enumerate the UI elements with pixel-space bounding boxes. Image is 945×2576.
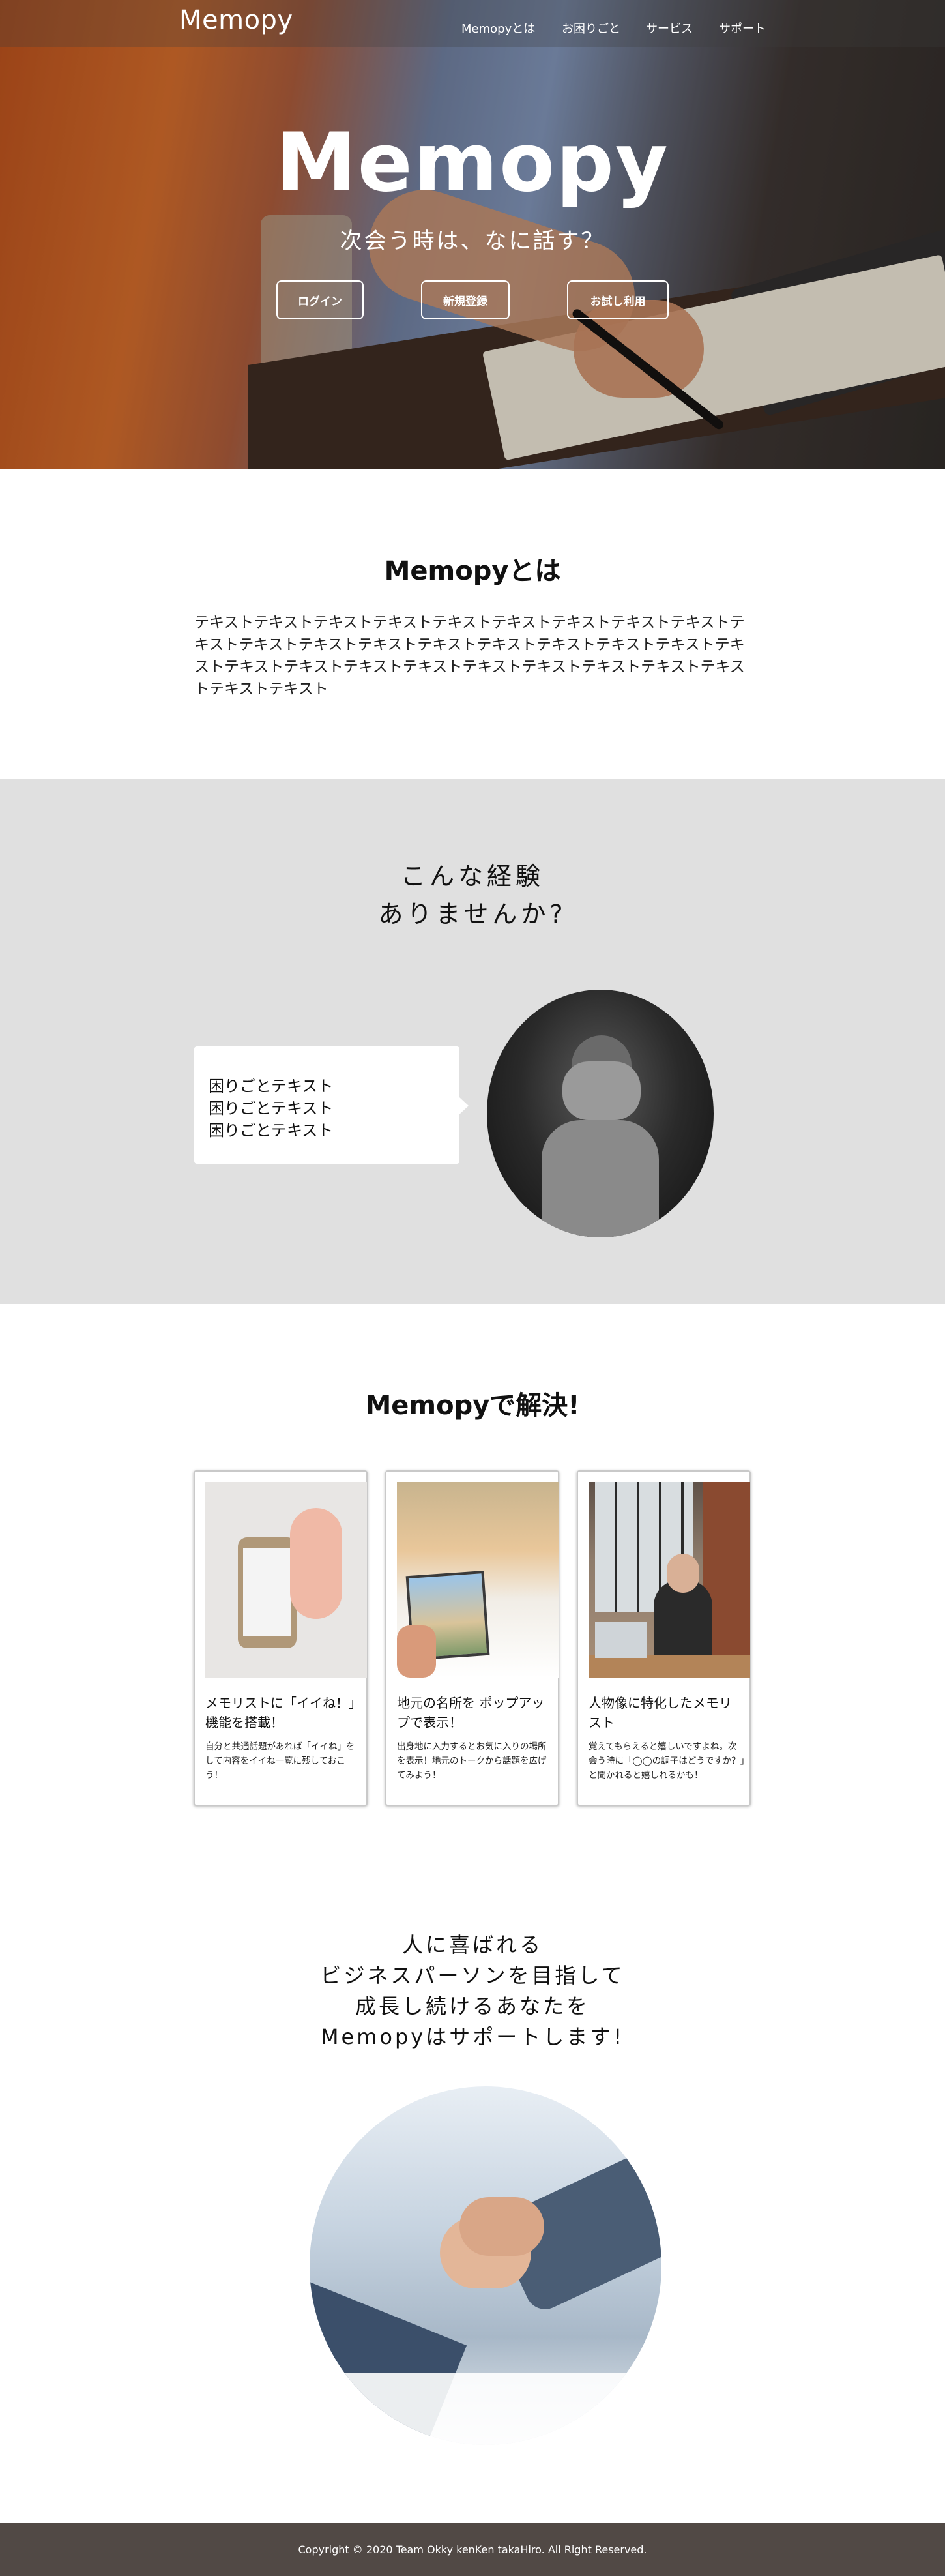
thumbs-up-phone-image [205,1482,367,1678]
nav-link-about[interactable]: Memopyとは [461,20,535,37]
photo-shape [459,2197,544,2256]
feature-card-like[interactable]: メモリストに「イイね！」機能を搭載！ 自分と共通話題があれば「イイね」をして内容… [194,1470,368,1806]
nav-link-problems[interactable]: お困りごと [562,20,620,37]
signup-button[interactable]: 新規登録 [421,280,510,319]
photo-shape [290,1508,342,1619]
problem-section: こんな経験 ありませんか? 困りごとテキスト 困りごとテキスト 困りごとテキスト [0,779,945,1304]
photo-shape [589,1655,750,1678]
problem-speech-bubble: 困りごとテキスト 困りごとテキスト 困りごとテキスト [194,1046,459,1164]
hero-subtitle: 次会う時は、なに話す？ [340,228,605,254]
cafe-person-image [589,1482,750,1678]
copyright-text: Copyright © 2020 Team Okky kenKen takaHi… [298,2543,647,2556]
cta-line: Memopyはサポートします! [320,2024,625,2049]
handshake-photo [310,2086,662,2445]
feature-card-landmark[interactable]: 地元の名所を ポップアップで表示！ 出身地に入力するとお気に入りの場所を表示！地… [385,1470,559,1806]
cta-line: 成長し続けるあなたを [355,1994,590,2019]
speech-bubble-tail [459,1097,469,1114]
trial-button[interactable]: お試し利用 [567,280,669,319]
footer: Copyright © 2020 Team Okky kenKen takaHi… [0,2523,945,2576]
cta-line: ビジネスパーソンを目指して [320,1963,625,1988]
photo-shape [542,1120,659,1237]
feature-card-persona[interactable]: 人物像に特化したメモリスト 覚えてもらえると嬉しいですよね。次会う時に「◯◯の調… [577,1470,751,1806]
solution-title: Memopyで解決! [365,1391,580,1421]
problem-title: こんな経験 ありませんか? [0,857,945,933]
brand-logo[interactable]: Memopy [179,5,293,35]
photo-shape [595,1622,647,1658]
photo-shape [667,1554,699,1593]
cta-line: 人に喜ばれる [401,1932,543,1957]
photo-shape [397,1625,436,1678]
feature-card-text: 覚えてもらえると嬉しいですよね。次会う時に「◯◯の調子はどうですか？」と聞かれる… [589,1741,745,1781]
photo-shape [562,1061,641,1120]
nav-link-service[interactable]: サービス [646,20,693,37]
hero-section: Memopy Memopyとは お困りごと サービス サポート Memopy 次… [0,0,945,469]
landmark-photo-image [397,1482,559,1678]
about-text: テキストテキストテキストテキストテキストテキストテキストテキストテキストテキスト… [194,614,745,698]
feature-card-title: 人物像に特化したメモリスト [589,1695,732,1730]
problem-item: 困りごとテキスト [209,1099,334,1118]
feature-card-text: 出身地に入力するとお気に入りの場所を表示！地元のトークから話題を広げてみよう！ [397,1741,547,1781]
troubled-person-photo [487,990,714,1237]
top-navbar: Memopy Memopyとは お困りごと サービス サポート [0,0,945,47]
photo-shape [310,2373,662,2445]
problem-item: 困りごとテキスト [209,1121,334,1140]
feature-card-text: 自分と共通話題があれば「イイね」をして内容をイイね一覧に残しておこう！ [205,1741,355,1781]
problem-title-line: こんな経験 [400,862,544,891]
feature-card-title: 地元の名所を ポップアップで表示！ [397,1695,545,1730]
cta-message: 人に喜ばれる ビジネスパーソンを目指して 成長し続けるあなたを Memopyはサ… [0,1930,945,2052]
about-title: Memopyとは [384,556,561,586]
nav-link-support[interactable]: サポート [719,20,766,37]
hero-title: Memopy [276,116,669,210]
problem-title-line: ありませんか? [378,900,567,928]
problem-item: 困りごとテキスト [209,1077,334,1095]
feature-card-title: メモリストに「イイね！」機能を搭載！ [205,1695,355,1730]
login-button[interactable]: ログイン [276,280,364,319]
photo-shape [243,1548,291,1636]
